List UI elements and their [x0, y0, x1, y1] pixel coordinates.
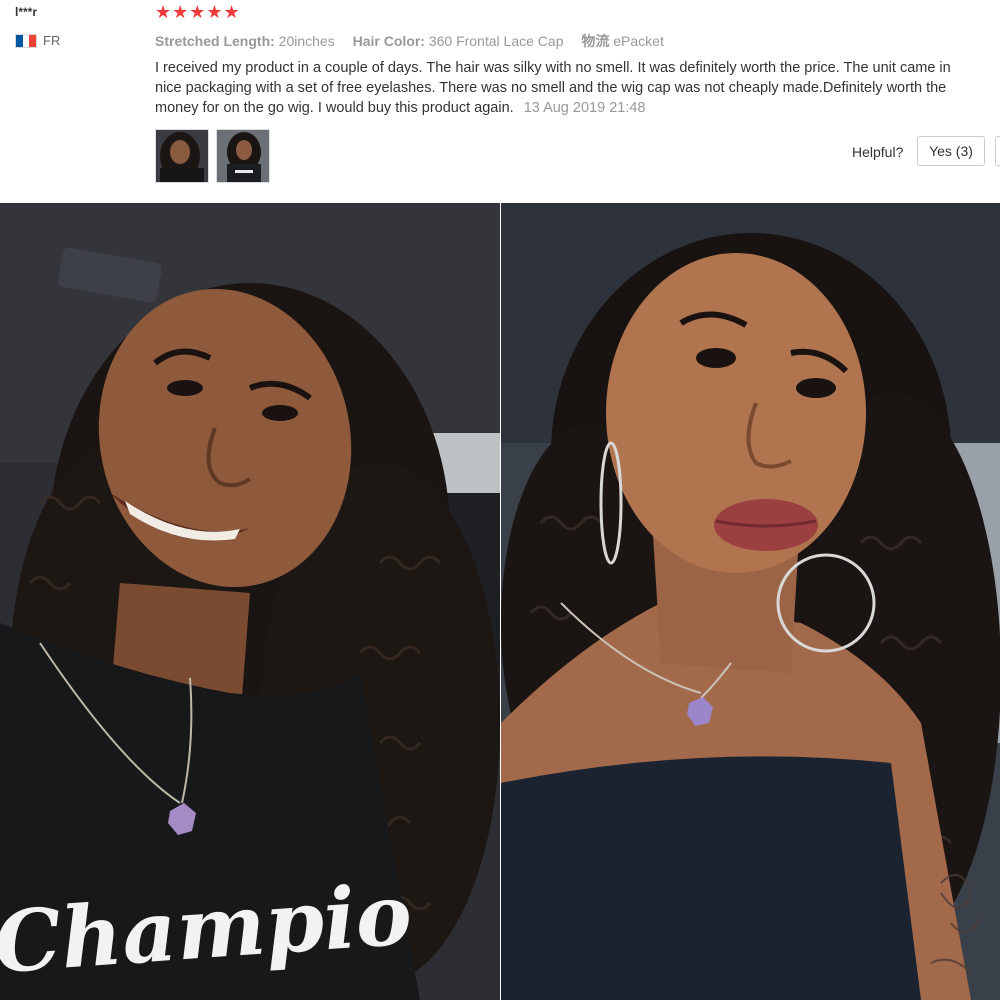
thumbnail-2-image: [217, 130, 269, 182]
france-flag-icon: [15, 33, 37, 48]
thumbnail-1-image: [156, 130, 208, 182]
review-card: l***r FR ★★★★★ Stretched Length: 20inche…: [0, 0, 1000, 203]
review-photo-2: [501, 203, 1000, 1000]
review-photo-thumbnail-2[interactable]: [216, 129, 270, 183]
review-photo-2-image: [501, 203, 1000, 1000]
attr-key-length: Stretched Length:: [155, 33, 275, 49]
rating-stars: ★★★★★: [155, 2, 241, 22]
attr-key-shipping: 物流: [581, 33, 610, 49]
reviewer-name: l***r: [15, 5, 38, 19]
country-code: FR: [43, 33, 61, 48]
attr-value-length: 20inches: [278, 33, 335, 49]
product-attributes: Stretched Length: 20inches Hair Color: 3…: [155, 31, 678, 51]
attr-key-color: Hair Color:: [352, 33, 425, 49]
review-body: I received my product in a couple of day…: [155, 58, 955, 118]
review-date: 13 Aug 2019 21:48: [523, 100, 646, 116]
attr-value-color: 360 Frontal Lace Cap: [428, 33, 564, 49]
reviewer-country: FR: [15, 33, 60, 48]
page: l***r FR ★★★★★ Stretched Length: 20inche…: [0, 0, 1000, 1000]
helpful-yes-button[interactable]: Yes (3): [917, 136, 985, 166]
review-photo-1-image: Champio: [0, 203, 500, 1000]
attr-value-shipping: ePacket: [613, 33, 664, 49]
review-photo-1: Champio: [0, 203, 500, 1000]
helpful-label: Helpful?: [852, 144, 904, 160]
review-photo-thumbnail-1[interactable]: [155, 129, 209, 183]
helpful-no-button[interactable]: [995, 136, 1000, 166]
